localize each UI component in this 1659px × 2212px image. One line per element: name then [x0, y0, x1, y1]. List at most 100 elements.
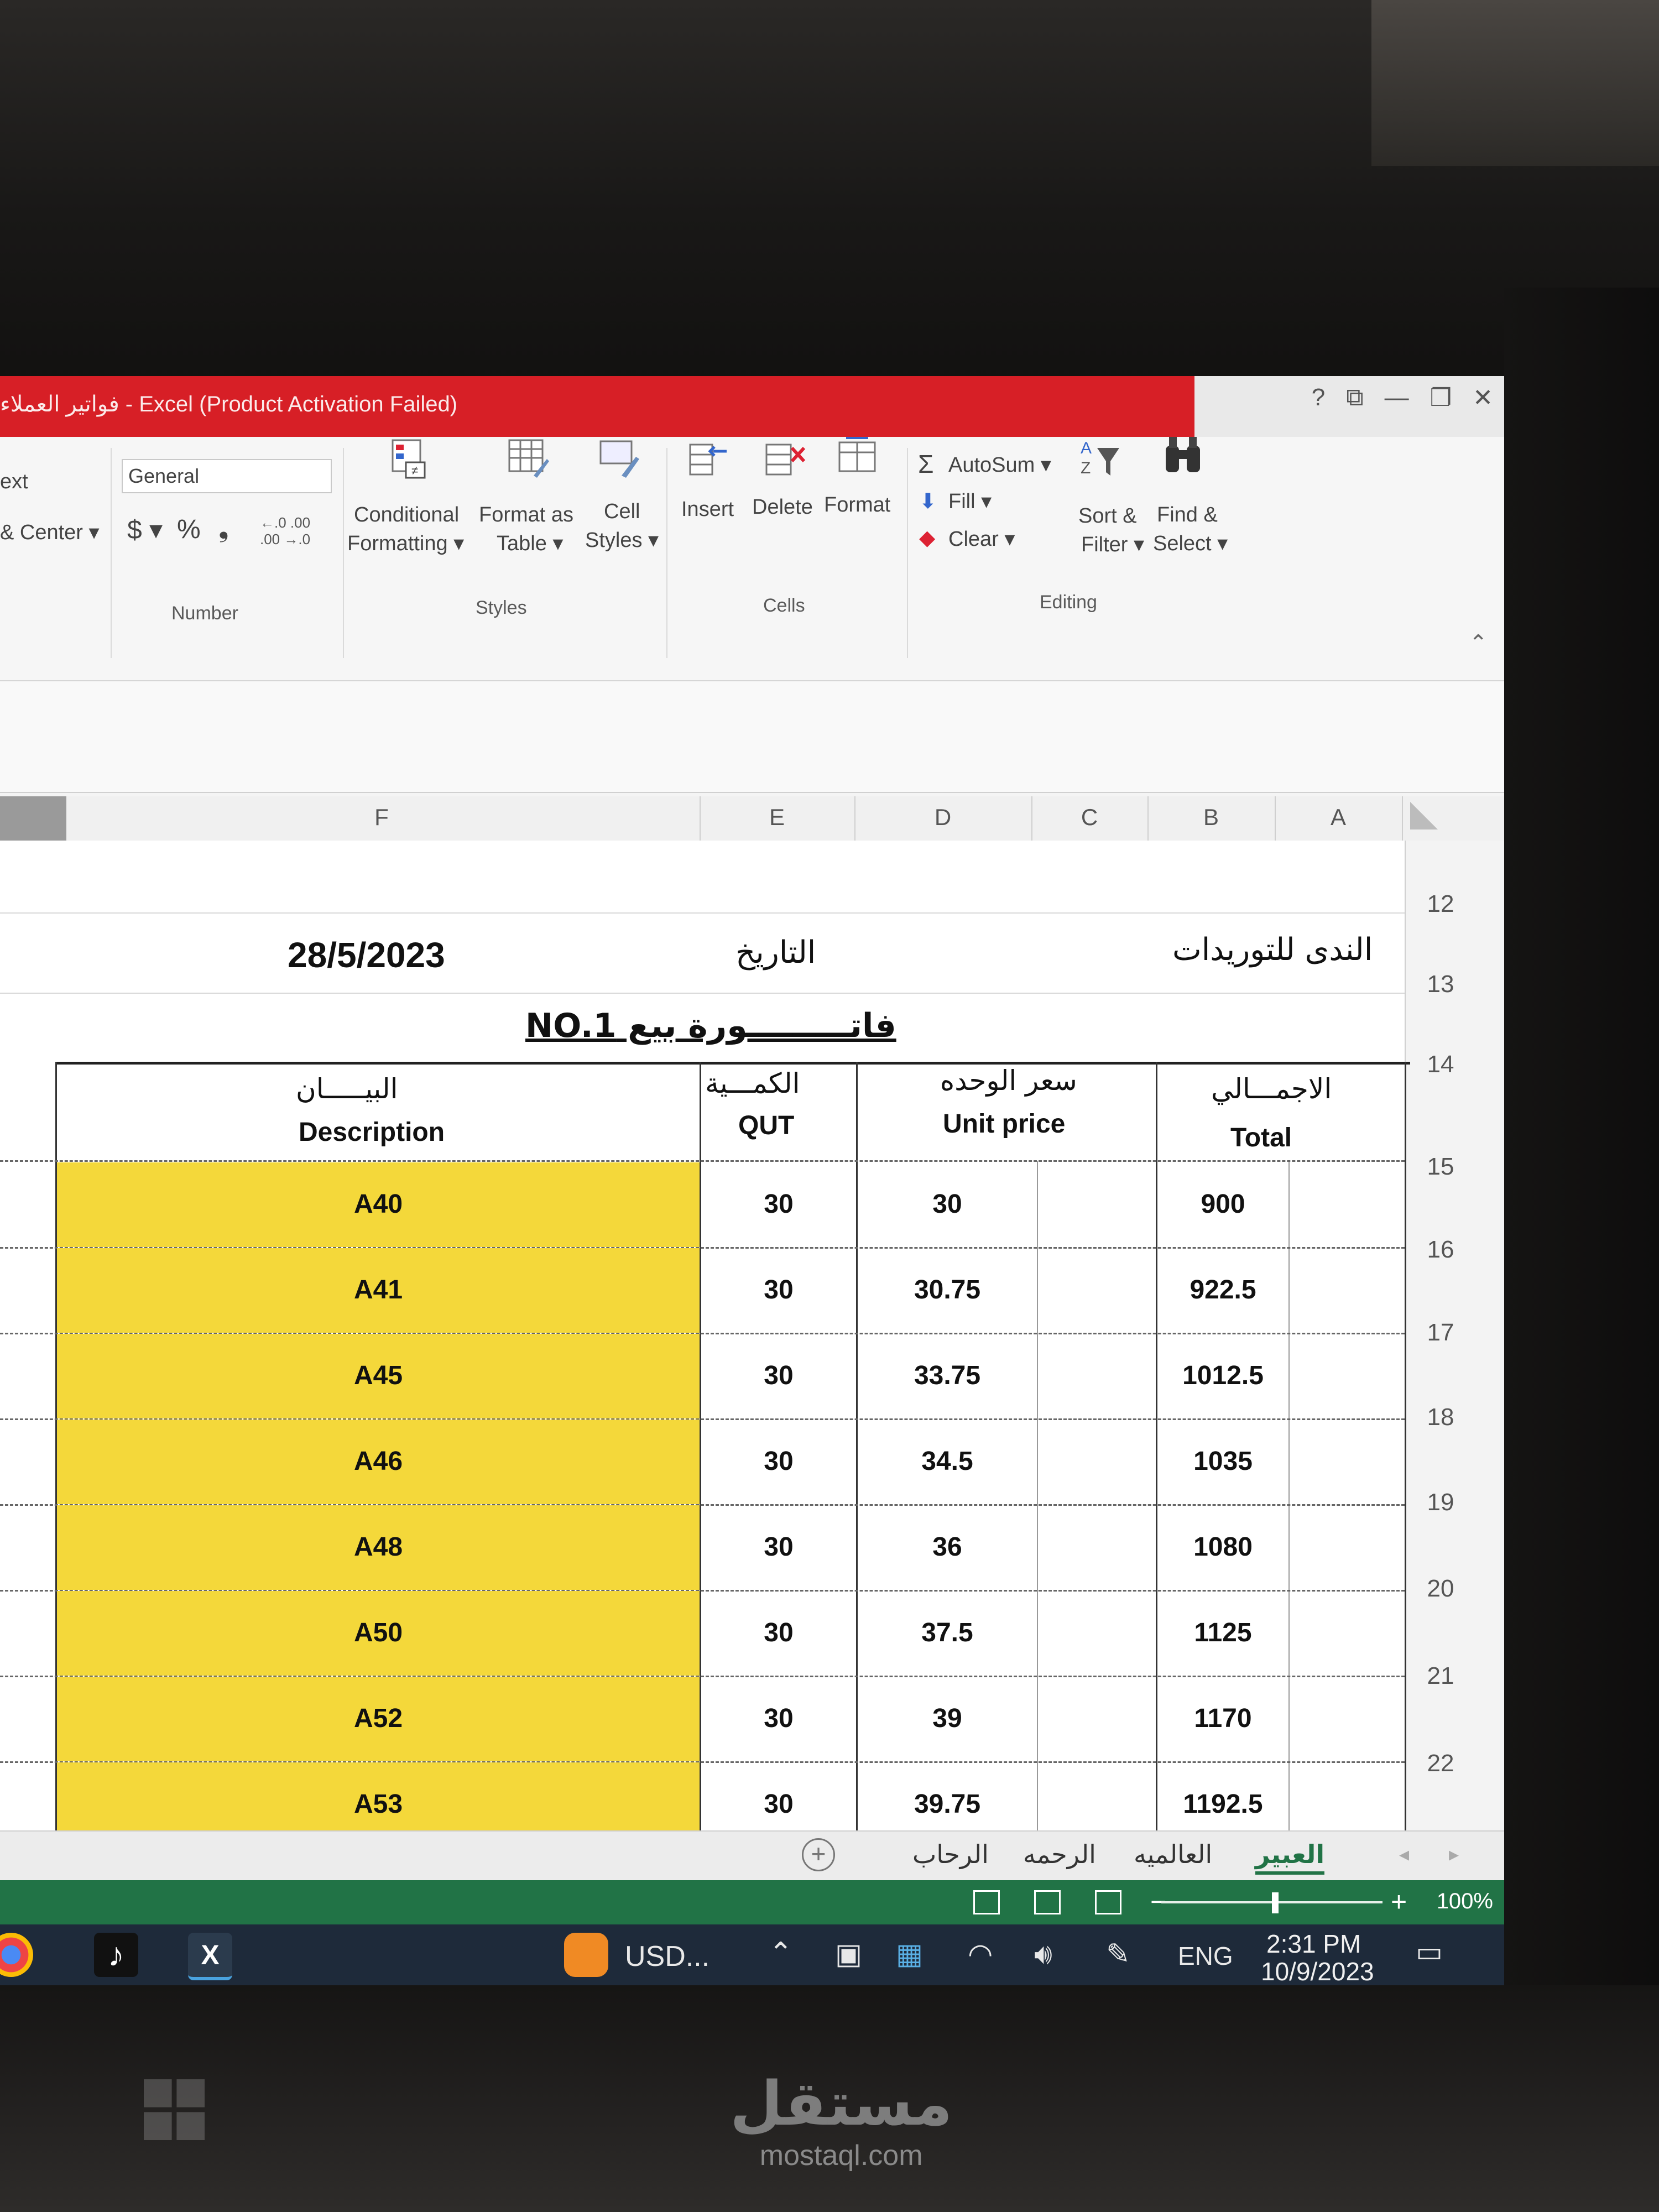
- qty-cell[interactable]: 30: [701, 1703, 856, 1734]
- description-cell[interactable]: A48: [57, 1532, 700, 1562]
- row-header-17[interactable]: 17: [1416, 1319, 1465, 1347]
- unit-price-cell[interactable]: 34.5: [858, 1446, 1037, 1477]
- excel-taskbar-icon[interactable]: X: [188, 1933, 232, 1980]
- sort-filter-button[interactable]: Sort &: [1078, 504, 1137, 528]
- row-header-16[interactable]: 16: [1416, 1236, 1465, 1264]
- total-cell[interactable]: 900: [1157, 1189, 1288, 1219]
- description-cell[interactable]: A41: [57, 1275, 700, 1305]
- sort-filter-button-line2[interactable]: Filter ▾: [1081, 532, 1144, 557]
- total-cell[interactable]: 922.5: [1157, 1275, 1288, 1305]
- unit-price-cell[interactable]: 37.5: [858, 1618, 1037, 1648]
- qty-cell[interactable]: 30: [701, 1789, 856, 1819]
- currency-widget-label[interactable]: USD...: [625, 1940, 709, 1973]
- fill-button[interactable]: Fill ▾: [948, 489, 992, 514]
- percent-format-button[interactable]: %: [177, 514, 201, 545]
- tab-scroll-right-icon[interactable]: ▸: [1449, 1843, 1459, 1866]
- minimize-button[interactable]: —: [1385, 384, 1409, 412]
- formula-area[interactable]: [0, 681, 1504, 793]
- total-cell[interactable]: 1170: [1157, 1703, 1288, 1734]
- wrap-text-button[interactable]: ext: [0, 470, 28, 494]
- unit-price-cell[interactable]: 39: [858, 1703, 1037, 1734]
- row-header-18[interactable]: 18: [1416, 1404, 1465, 1431]
- currency-widget-icon[interactable]: [564, 1933, 608, 1977]
- ribbon-display-button[interactable]: ⧉: [1346, 384, 1363, 412]
- page-layout-view-icon[interactable]: [1034, 1890, 1061, 1914]
- comma-style-button[interactable]: ❟: [218, 513, 229, 544]
- meet-now-icon[interactable]: ▣: [835, 1938, 862, 1971]
- clear-button[interactable]: Clear ▾: [948, 526, 1015, 551]
- total-cell[interactable]: 1035: [1157, 1446, 1288, 1477]
- qty-cell[interactable]: 30: [701, 1618, 856, 1648]
- row-header-22[interactable]: 22: [1416, 1750, 1465, 1777]
- increase-decimal-button[interactable]: ←.0 .00: [260, 514, 310, 531]
- tiktok-icon[interactable]: ♪: [94, 1933, 138, 1977]
- notifications-icon[interactable]: ▭: [1416, 1936, 1443, 1969]
- zoom-slider-thumb[interactable]: [1272, 1892, 1279, 1913]
- total-cell[interactable]: 1080: [1157, 1532, 1288, 1562]
- number-format-select[interactable]: General: [122, 459, 332, 493]
- row-header-20[interactable]: 20: [1416, 1575, 1465, 1603]
- close-button[interactable]: ✕: [1473, 384, 1493, 412]
- qty-cell[interactable]: 30: [701, 1189, 856, 1219]
- maximize-button[interactable]: ❐: [1430, 384, 1452, 412]
- sheet-tab-rehab[interactable]: الرحاب: [912, 1839, 989, 1869]
- total-cell[interactable]: 1125: [1157, 1618, 1288, 1648]
- help-button[interactable]: ?: [1312, 384, 1325, 412]
- currency-format-button[interactable]: $ ▾: [127, 514, 163, 545]
- unit-price-cell[interactable]: 33.75: [858, 1360, 1037, 1391]
- decrease-decimal-button[interactable]: .00 →.0: [260, 531, 310, 548]
- format-as-table-button-line2[interactable]: Table ▾: [497, 531, 563, 556]
- sheet-tab-rahma[interactable]: الرحمه: [1023, 1839, 1096, 1869]
- row-header-12[interactable]: 12: [1416, 890, 1465, 918]
- autosum-button[interactable]: AutoSum ▾: [948, 452, 1051, 477]
- description-cell[interactable]: A40: [57, 1189, 700, 1219]
- total-cell[interactable]: 1192.5: [1157, 1789, 1288, 1819]
- add-sheet-button[interactable]: +: [802, 1838, 835, 1871]
- description-cell[interactable]: A53: [57, 1789, 700, 1819]
- show-hidden-icons-chevron[interactable]: ⌃: [769, 1937, 793, 1970]
- row-header-19[interactable]: 19: [1416, 1489, 1465, 1516]
- find-select-button-line2[interactable]: Select ▾: [1153, 531, 1228, 556]
- conditional-formatting-button[interactable]: Conditional: [354, 503, 459, 527]
- unit-price-cell[interactable]: 39.75: [858, 1789, 1037, 1819]
- format-as-table-button[interactable]: Format as: [479, 503, 573, 527]
- chrome-icon[interactable]: [0, 1933, 33, 1977]
- format-button[interactable]: Format: [824, 493, 890, 517]
- conditional-formatting-button-line2[interactable]: Formatting ▾: [347, 531, 464, 556]
- column-header-d[interactable]: D: [854, 804, 1031, 831]
- find-select-button[interactable]: Find &: [1157, 503, 1218, 527]
- row-header-21[interactable]: 21: [1416, 1662, 1465, 1690]
- language-indicator[interactable]: ENG: [1178, 1941, 1233, 1971]
- tab-scroll-left-icon[interactable]: ◂: [1399, 1843, 1409, 1866]
- total-cell[interactable]: 1012.5: [1157, 1360, 1288, 1391]
- volume-icon[interactable]: 🔊︎: [1034, 1938, 1052, 1971]
- qty-cell[interactable]: 30: [701, 1446, 856, 1477]
- sheet-tab-abeer[interactable]: العبير: [1255, 1839, 1325, 1875]
- wifi-icon[interactable]: ◠: [968, 1938, 993, 1971]
- tray-app-icon[interactable]: ▦: [896, 1938, 923, 1971]
- row-header-13[interactable]: 13: [1416, 971, 1465, 998]
- worksheet-grid[interactable]: 12 13 14 15 16 17 18 19 20 21 22 الندى ل…: [0, 841, 1504, 1830]
- clock-date[interactable]: 10/9/2023: [1261, 1957, 1374, 1985]
- description-cell[interactable]: A45: [57, 1360, 700, 1391]
- normal-view-icon[interactable]: [973, 1890, 1000, 1914]
- zoom-level[interactable]: 100%: [1437, 1889, 1493, 1914]
- row-header-15[interactable]: 15: [1416, 1153, 1465, 1181]
- cell-styles-button[interactable]: Cell: [604, 500, 640, 524]
- column-header-f[interactable]: F: [66, 804, 697, 831]
- column-header-c[interactable]: C: [1031, 804, 1147, 831]
- select-all-triangle[interactable]: [1410, 802, 1438, 830]
- description-cell[interactable]: A46: [57, 1446, 700, 1477]
- qty-cell[interactable]: 30: [701, 1532, 856, 1562]
- page-break-view-icon[interactable]: [1095, 1890, 1121, 1914]
- clock-time[interactable]: 2:31 PM: [1266, 1929, 1361, 1959]
- unit-price-cell[interactable]: 30.75: [858, 1275, 1037, 1305]
- merge-center-button[interactable]: & Center ▾: [0, 520, 100, 545]
- column-header-e[interactable]: E: [700, 804, 854, 831]
- collapse-ribbon-icon[interactable]: ⌃: [1469, 630, 1488, 656]
- qty-cell[interactable]: 30: [701, 1360, 856, 1391]
- qty-cell[interactable]: 30: [701, 1275, 856, 1305]
- row-header-14[interactable]: 14: [1416, 1051, 1465, 1078]
- cell-styles-button-line2[interactable]: Styles ▾: [585, 528, 659, 552]
- pen-icon[interactable]: ✎: [1106, 1938, 1130, 1971]
